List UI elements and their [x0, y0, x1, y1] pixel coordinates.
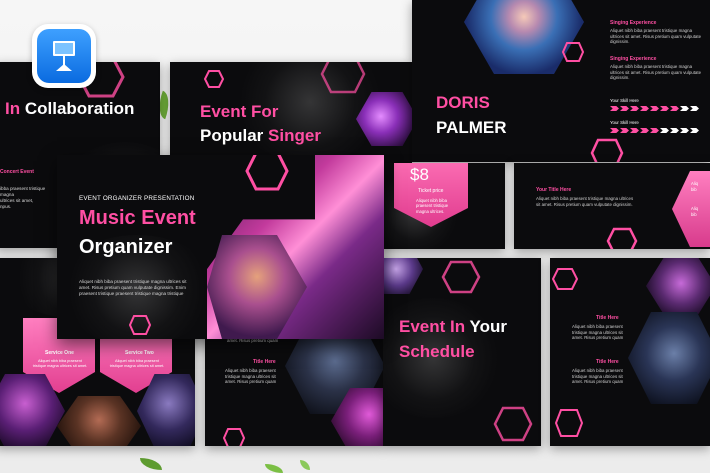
center-body: Aliquet nibh biba praesent tristique mag… — [225, 368, 277, 385]
main-kicker: EVENT ORGANIZER PRESENTATION — [79, 195, 195, 202]
band-photo — [57, 396, 141, 446]
leaf-decoration — [140, 458, 162, 470]
your-title-heading: Your Title Here — [536, 187, 572, 193]
service-two-title: Service Two — [125, 350, 154, 356]
center-title: Title Here — [253, 359, 276, 365]
mixer-photo — [628, 312, 710, 404]
slide-ticket-price: $8 Ticket price Aliquet nibh biba praese… — [380, 163, 505, 249]
hexagon-decoration — [493, 406, 533, 442]
hexagon-decoration — [129, 315, 151, 335]
slide-titles: Title Here Aliquet nibh biba praesent tr… — [550, 258, 710, 446]
your-title-body: Aliquet nibh biba praesent tristique mag… — [536, 196, 634, 207]
skill2-label: Your Skill Here — [610, 120, 639, 125]
bullet-item: bib — [691, 212, 697, 217]
ticket-price-label: Ticket price — [418, 188, 444, 194]
turntable-photo — [383, 258, 423, 294]
main-body: Aliquet nibh biba praesent tristique mag… — [79, 279, 187, 296]
ticket-price-body: Aliquet nibh biba praesent tristique mag… — [416, 198, 449, 214]
hexagon-decoration — [554, 409, 584, 437]
slide-main-title: EVENT ORGANIZER PRESENTATION Music Event… — [57, 155, 384, 339]
titles-body1: Aliquet nibh biba praesent tristique mag… — [572, 324, 624, 341]
leaf-decoration — [265, 464, 283, 473]
experience2-body: Aliquet nibh biba praesent tristique mag… — [610, 64, 702, 81]
bullet-item: Aliq — [691, 206, 698, 211]
skill1-label: Your Skill Here — [610, 98, 639, 103]
mockup-stage: In Collaboration Concert Event ibba prae… — [0, 0, 710, 473]
collab-title: In Collaboration — [5, 99, 135, 118]
slide-doris-palmer: DORIS PALMER Singing Experience Aliquet … — [412, 0, 710, 162]
skill2-meter — [610, 128, 699, 133]
singer-line1: Event For — [200, 102, 279, 121]
hexagon-decoration — [441, 260, 481, 294]
service-one-title: Service One — [45, 350, 74, 356]
singer-line2: Popular Singer — [200, 126, 321, 145]
titles-body2: Aliquet nibh biba praesent tristique mag… — [572, 368, 624, 385]
singer-portrait-photo — [464, 0, 584, 74]
doris-last-name: PALMER — [436, 118, 507, 137]
main-title-line2: Organizer — [79, 236, 173, 258]
hexagon-decoration — [590, 138, 624, 162]
collab-subtitle: Concert Event — [0, 169, 34, 175]
hexagon-decoration — [245, 155, 289, 191]
experience1-body: Aliquet nibh biba praesent tristique mag… — [610, 28, 702, 45]
slide-popular-singer: Event For Popular Singer — [170, 62, 412, 170]
skill1-meter — [610, 106, 699, 111]
schedule-line2: Schedule — [399, 342, 475, 361]
titles-heading1: Title Here — [596, 315, 619, 321]
experience1-title: Singing Experience — [610, 20, 657, 26]
titles-heading2: Title Here — [596, 359, 619, 365]
hexagon-decoration — [606, 227, 638, 249]
bullet-item: bib — [691, 187, 697, 192]
ticket-price-value: $8 — [410, 165, 429, 184]
hexagon-decoration — [562, 42, 584, 62]
hexagon-decoration — [320, 62, 366, 94]
dj-hands-photo — [646, 258, 710, 314]
keynote-icon — [32, 24, 96, 88]
service-two-body: Aliquet nibh biba praesent tristique mag… — [109, 359, 165, 368]
service-one-body: Aliquet nibh biba praesent tristique mag… — [32, 359, 88, 368]
slide-your-title-here: Your Title Here Aliquet nibh biba praese… — [514, 163, 710, 249]
leaf-decoration — [300, 460, 310, 470]
hexagon-decoration — [204, 70, 224, 88]
doris-first-name: DORIS — [436, 93, 490, 112]
bullet-item: Aliq — [691, 181, 698, 186]
schedule-line1: Event In Your — [399, 317, 508, 336]
hexagon-decoration — [223, 428, 245, 446]
hexagon-decoration — [552, 268, 578, 290]
experience2-title: Singing Experience — [610, 56, 657, 62]
slide-schedule: Event In Your Schedule — [383, 258, 541, 446]
main-title-line1: Music Event — [79, 207, 196, 229]
